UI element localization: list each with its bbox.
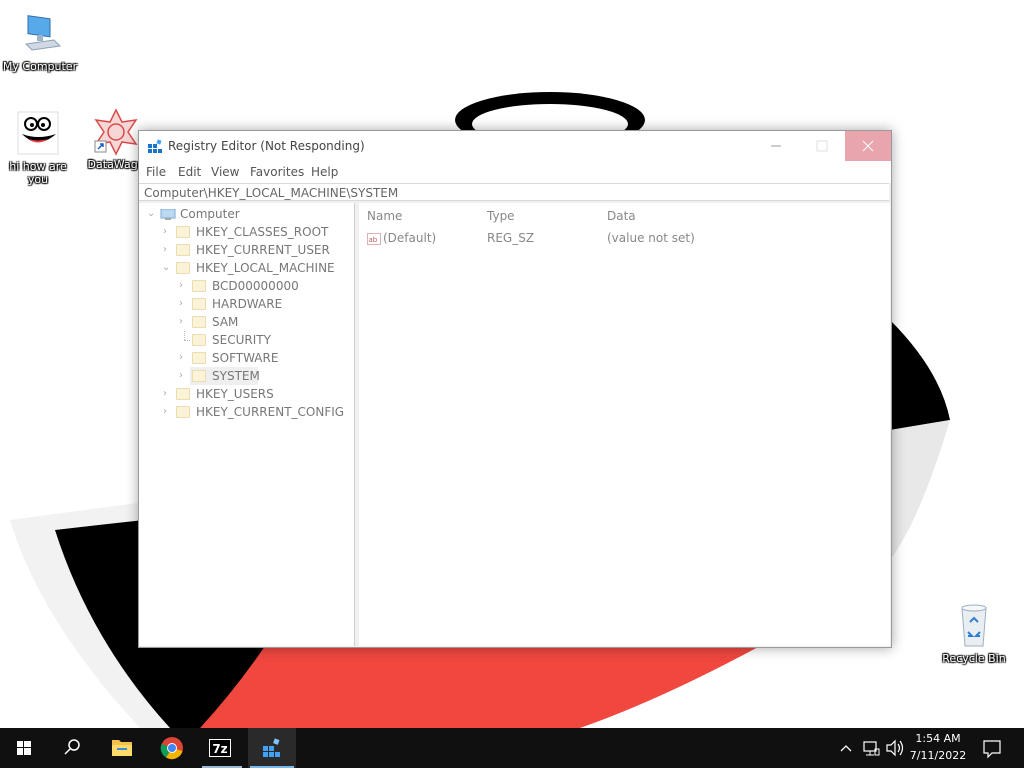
folder-icon [192, 280, 206, 292]
tree-node-hkey-users[interactable]: › HKEY_USERS [139, 385, 354, 403]
chevron-up-icon [840, 745, 852, 752]
action-center-button[interactable] [978, 728, 1006, 768]
desktop-icon-label: hi how are you [9, 160, 67, 186]
chevron-right-icon[interactable]: › [179, 313, 189, 331]
value-row[interactable]: ab (Default) REG_SZ (value not set) [359, 203, 890, 247]
registry-editor-window[interactable]: Registry Editor (Not Responding) File Ed… [138, 130, 892, 648]
tree-line [184, 340, 190, 342]
tree-node-security[interactable]: SECURITY [139, 331, 354, 349]
chevron-right-icon[interactable]: › [163, 385, 173, 403]
taskbar-chrome[interactable] [148, 728, 196, 768]
tree-line [184, 331, 186, 340]
title-bar[interactable]: Registry Editor (Not Responding) [139, 131, 891, 163]
chevron-right-icon[interactable]: › [179, 295, 189, 313]
menu-edit[interactable]: Edit [178, 165, 201, 179]
show-hidden-icons-button[interactable] [836, 728, 856, 768]
chevron-right-icon[interactable]: › [163, 403, 173, 421]
clock-time: 1:54 AM [915, 732, 961, 745]
svg-text:ab: ab [369, 236, 378, 244]
computer-icon [16, 10, 64, 58]
taskbar-registry-editor[interactable] [248, 728, 296, 768]
clock-date: 7/11/2022 [909, 749, 967, 762]
desktop-icon-label: Recycle Bin [942, 652, 1006, 665]
value-data: (value not set) [607, 231, 695, 245]
start-button[interactable] [0, 728, 48, 768]
chevron-right-icon[interactable]: › [179, 367, 189, 385]
file-explorer-icon [112, 740, 132, 756]
menu-favorites[interactable]: Favorites [250, 165, 304, 179]
string-value-icon: ab [367, 233, 381, 248]
folder-open-icon [176, 262, 190, 274]
close-icon [862, 140, 874, 152]
volume-button[interactable] [884, 728, 906, 768]
address-bar[interactable]: Computer\HKEY_LOCAL_MACHINE\SYSTEM [139, 183, 889, 201]
tree-node-hkey-current-user[interactable]: › HKEY_CURRENT_USER [139, 241, 354, 259]
search-icon [64, 739, 80, 755]
datawago-icon [92, 108, 140, 156]
tree-node-hkey-classes-root[interactable]: › HKEY_CLASSES_ROOT [139, 223, 354, 241]
tree-node-software[interactable]: › SOFTWARE [139, 349, 354, 367]
registry-editor-icon [147, 139, 163, 155]
chrome-icon [160, 737, 183, 760]
folder-icon [192, 316, 206, 328]
chevron-down-icon[interactable]: ⌄ [162, 259, 172, 277]
chevron-right-icon[interactable]: › [179, 277, 189, 295]
folder-icon [192, 370, 206, 382]
folder-icon [176, 244, 190, 256]
desktop-icon-recycle-bin[interactable]: Recycle Bin [934, 602, 1014, 665]
7zip-icon: 7z [202, 739, 242, 768]
tree-node-bcd00000000[interactable]: › BCD00000000 [139, 277, 354, 295]
taskbar-7zip[interactable]: 7z [198, 728, 246, 768]
value-name: (Default) [383, 231, 437, 245]
tree-node-computer[interactable]: ⌄ Computer [139, 205, 354, 223]
face-icon [14, 110, 62, 158]
folder-icon [176, 226, 190, 238]
taskbar-file-explorer[interactable] [98, 728, 146, 768]
maximize-button[interactable] [799, 131, 845, 161]
taskbar: 7z 1:54 AM 7/11/2022 [0, 728, 1024, 768]
menu-help[interactable]: Help [311, 165, 338, 179]
chevron-right-icon[interactable]: › [179, 349, 189, 367]
tree-node-sam[interactable]: › SAM [139, 313, 354, 331]
search-button[interactable] [48, 728, 96, 768]
folder-icon [192, 352, 206, 364]
values-list-pane[interactable]: Name Type Data ab (Default) REG_SZ (valu… [359, 203, 890, 646]
windows-start-icon [17, 741, 31, 755]
tree-node-system[interactable]: › SYSTEM [139, 367, 354, 385]
volume-icon [886, 739, 904, 757]
recycle-bin-icon [950, 602, 998, 650]
network-icon [863, 741, 880, 756]
desktop-icon-my-computer[interactable]: My Computer [0, 10, 80, 73]
value-type: REG_SZ [487, 231, 535, 245]
close-button[interactable] [845, 131, 891, 161]
tree-node-hardware[interactable]: › HARDWARE [139, 295, 354, 313]
key-tree-pane[interactable]: ⌄ Computer › HKEY_CLASSES_ROOT › HKEY_CU… [139, 203, 355, 646]
menu-file[interactable]: File [146, 165, 166, 179]
chevron-down-icon[interactable]: ⌄ [147, 205, 157, 223]
window-title: Registry Editor (Not Responding) [168, 139, 365, 153]
chevron-right-icon[interactable]: › [163, 241, 173, 259]
minimize-button[interactable] [753, 131, 799, 161]
folder-icon [192, 334, 206, 346]
desktop-icon-hi-how-are-you[interactable]: hi how are you [0, 110, 78, 186]
chevron-right-icon[interactable]: › [163, 223, 173, 241]
folder-icon [192, 298, 206, 310]
svg-text:7z: 7z [212, 742, 227, 756]
tree-node-hkey-current-config[interactable]: › HKEY_CURRENT_CONFIG [139, 403, 354, 421]
menu-view[interactable]: View [211, 165, 239, 179]
tree-node-hkey-local-machine[interactable]: ⌄ HKEY_LOCAL_MACHINE [139, 259, 354, 277]
registry-editor-icon [250, 738, 294, 768]
notification-icon [983, 740, 1001, 759]
folder-icon [176, 388, 190, 400]
desktop: My Computer hi how are you DataWago Recy… [0, 0, 1024, 728]
menu-bar: File Edit View Favorites Help [139, 163, 891, 183]
network-button[interactable] [860, 728, 882, 768]
folder-icon [176, 406, 190, 418]
desktop-icon-label: My Computer [2, 60, 78, 73]
